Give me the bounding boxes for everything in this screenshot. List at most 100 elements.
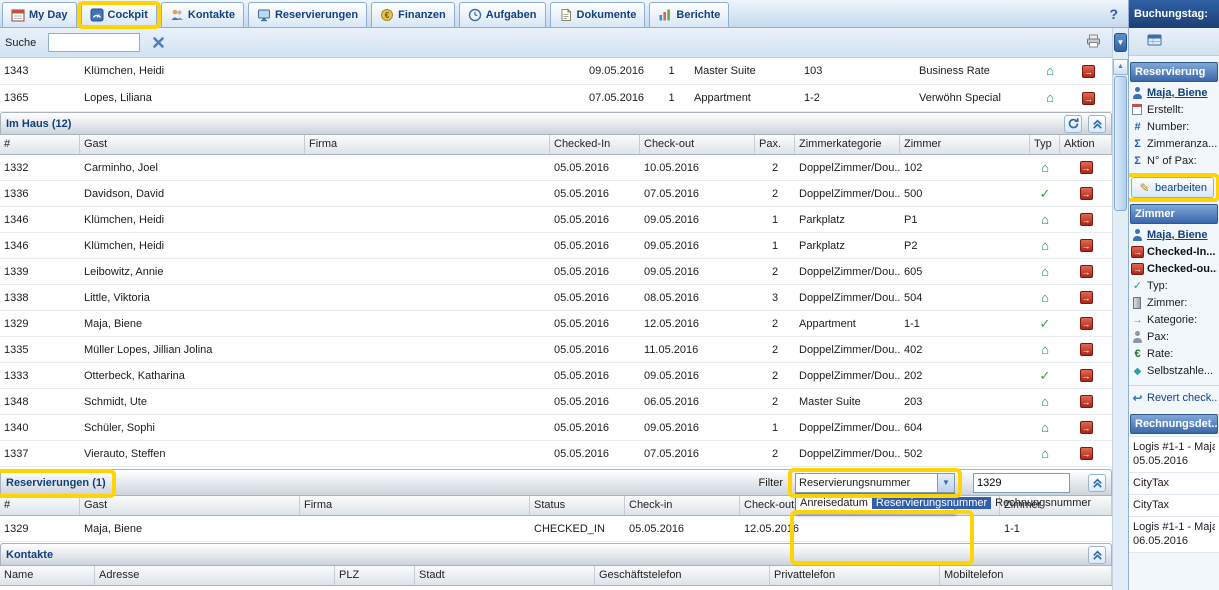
sidebar-field[interactable]: Zimmeranza...: [1129, 135, 1219, 152]
scroll-up-arrow[interactable]: ▲: [1113, 59, 1128, 75]
tab-aufgaben[interactable]: Aufgaben: [459, 2, 546, 27]
tab-reservierungen[interactable]: Reservierungen: [248, 2, 367, 27]
guest-row[interactable]: 1346 Klümchen, Heidi 05.05.2016 09.05.20…: [0, 233, 1112, 259]
collapse-icon[interactable]: [1088, 115, 1106, 133]
column-header[interactable]: Gast: [80, 135, 305, 154]
column-header[interactable]: Aktion: [1060, 135, 1112, 154]
reservation-row[interactable]: 1329 Maja, Biene CHECKED_IN 05.05.2016 1…: [0, 516, 1112, 542]
tab-my-day[interactable]: My Day: [2, 2, 77, 27]
print-icon[interactable]: [1086, 34, 1101, 51]
checkout-action-icon[interactable]: [1080, 421, 1093, 434]
sidebar-field[interactable]: Erstellt:: [1129, 101, 1219, 118]
column-header[interactable]: Adresse: [95, 566, 335, 585]
checkout-action-icon[interactable]: [1080, 395, 1093, 408]
checkout-action-icon[interactable]: [1080, 343, 1093, 356]
checkout-action-icon[interactable]: [1080, 239, 1093, 252]
invoice-line[interactable]: CityTax: [1129, 473, 1219, 495]
bearbeiten-button[interactable]: bearbeiten: [1131, 177, 1214, 198]
guest-row[interactable]: 1335 Müller Lopes, Jillian Jolina 05.05.…: [0, 337, 1112, 363]
cell-kategorie: DoppelZimmer/Dou...: [795, 266, 900, 278]
dropdown-option[interactable]: Anreisedatum: [796, 497, 872, 509]
checkout-action-icon[interactable]: [1080, 369, 1093, 382]
sidebar-field[interactable]: Number:: [1129, 118, 1219, 135]
invoice-line[interactable]: Logis #1-1 - Maja 05.05.2016: [1129, 437, 1219, 473]
checkout-action-icon[interactable]: [1080, 265, 1093, 278]
column-header[interactable]: Geschäftstelefon: [595, 566, 770, 585]
column-header[interactable]: Pax.: [755, 135, 795, 154]
guest-row[interactable]: 1348 Schmidt, Ute 05.05.2016 06.05.2016 …: [0, 389, 1112, 415]
column-header[interactable]: Check-out: [640, 135, 755, 154]
sidebar-field[interactable]: Typ:: [1129, 277, 1219, 294]
column-header[interactable]: #: [0, 496, 80, 515]
column-header[interactable]: Status: [530, 496, 625, 515]
column-header[interactable]: #: [0, 135, 80, 154]
collapse-icon[interactable]: [1088, 474, 1106, 492]
tab-berichte[interactable]: Berichte: [649, 2, 729, 27]
checkout-action-icon[interactable]: [1080, 447, 1093, 460]
help-button[interactable]: ?: [1103, 6, 1124, 22]
guest-row[interactable]: 1329 Maja, Biene 05.05.2016 12.05.2016 2…: [0, 311, 1112, 337]
sidebar-field[interactable]: Checked-In...: [1129, 243, 1219, 260]
invoice-line[interactable]: CityTax: [1129, 495, 1219, 517]
table-row[interactable]: 1343 Klümchen, Heidi 09.05.2016 1 Master…: [0, 58, 1112, 85]
cell-id: 1329: [0, 318, 80, 330]
filter-value-input[interactable]: [973, 473, 1070, 493]
sidebar-field[interactable]: Checked-ou...: [1129, 260, 1219, 277]
dropdown-option[interactable]: Reservierungsnummer: [872, 497, 991, 509]
column-header[interactable]: Firma: [305, 135, 550, 154]
guest-row[interactable]: 1340 Schüler, Sophi 05.05.2016 09.05.201…: [0, 415, 1112, 441]
column-header[interactable]: Name: [0, 566, 95, 585]
chevron-down-icon[interactable]: ▼: [937, 474, 954, 492]
sidebar-field[interactable]: Rate:: [1129, 345, 1219, 362]
dropdown-option[interactable]: Rechnungsnummer: [991, 497, 1095, 509]
tab-finanzen[interactable]: € Finanzen: [371, 2, 455, 27]
invoice-line[interactable]: Logis #1-1 - Maja 06.05.2016: [1129, 517, 1219, 553]
sidebar-field[interactable]: Pax:: [1129, 328, 1219, 345]
sidebar-field[interactable]: Kategorie:: [1129, 311, 1219, 328]
guest-row[interactable]: 1332 Carminho, Joel 05.05.2016 10.05.201…: [0, 155, 1112, 181]
panel-icon[interactable]: [1147, 33, 1162, 50]
scrollbar-thumb[interactable]: [1114, 76, 1127, 211]
guest-row[interactable]: 1333 Otterbeck, Katharina 05.05.2016 09.…: [0, 363, 1112, 389]
column-header[interactable]: PLZ: [335, 566, 415, 585]
column-header[interactable]: Typ: [1030, 135, 1060, 154]
filter-type-dropdown[interactable]: Reservierungsnummer ▼ AnreisedatumReserv…: [795, 473, 955, 493]
column-header[interactable]: Privattelefon: [770, 566, 940, 585]
revert-checkin-link[interactable]: Revert check...: [1129, 385, 1219, 408]
sidebar-field[interactable]: Maja, Biene: [1129, 84, 1219, 101]
checkout-action-icon[interactable]: [1080, 213, 1093, 226]
sidebar-field[interactable]: Selbstzahle...: [1129, 362, 1219, 379]
column-header[interactable]: Stadt: [415, 566, 595, 585]
guest-row[interactable]: 1346 Klümchen, Heidi 05.05.2016 09.05.20…: [0, 207, 1112, 233]
refresh-icon[interactable]: [1064, 115, 1082, 133]
guest-row[interactable]: 1338 Little, Viktoria 05.05.2016 08.05.2…: [0, 285, 1112, 311]
column-header[interactable]: Gast: [80, 496, 300, 515]
guest-row[interactable]: 1339 Leibowitz, Annie 05.05.2016 09.05.2…: [0, 259, 1112, 285]
column-header[interactable]: Zimmer: [900, 135, 1030, 154]
checkout-action-icon[interactable]: [1080, 317, 1093, 330]
checkout-action-icon[interactable]: [1080, 291, 1093, 304]
checkout-action-icon[interactable]: [1080, 161, 1093, 174]
scroll-down-button[interactable]: ▼: [1114, 33, 1127, 52]
tab-dokumente[interactable]: Dokumente: [550, 2, 646, 27]
sidebar-field[interactable]: N° of Pax:: [1129, 152, 1219, 169]
checkout-action-icon[interactable]: [1082, 65, 1095, 78]
column-header[interactable]: Checked-In: [550, 135, 640, 154]
vertical-scrollbar[interactable]: ▼ ▲: [1112, 28, 1128, 590]
search-input[interactable]: [48, 33, 140, 52]
column-header[interactable]: Check-in: [625, 496, 740, 515]
sidebar-field[interactable]: Zimmer:: [1129, 294, 1219, 311]
column-header[interactable]: Zimmerkategorie: [795, 135, 900, 154]
tab-cockpit[interactable]: Cockpit: [81, 2, 157, 27]
checkout-action-icon[interactable]: [1080, 187, 1093, 200]
column-header[interactable]: Mobiltelefon: [940, 566, 1112, 585]
guest-row[interactable]: 1336 Davidson, David 05.05.2016 07.05.20…: [0, 181, 1112, 207]
checkout-action-icon[interactable]: [1082, 92, 1095, 105]
sidebar-field[interactable]: Maja, Biene: [1129, 226, 1219, 243]
guest-row[interactable]: 1337 Vierauto, Steffen 05.05.2016 07.05.…: [0, 441, 1112, 467]
table-row[interactable]: 1365 Lopes, Liliana 07.05.2016 1 Appartm…: [0, 85, 1112, 112]
clear-search-icon[interactable]: [149, 34, 167, 52]
tab-kontakte[interactable]: Kontakte: [161, 2, 244, 27]
collapse-icon[interactable]: [1088, 546, 1106, 564]
column-header[interactable]: Firma: [300, 496, 530, 515]
